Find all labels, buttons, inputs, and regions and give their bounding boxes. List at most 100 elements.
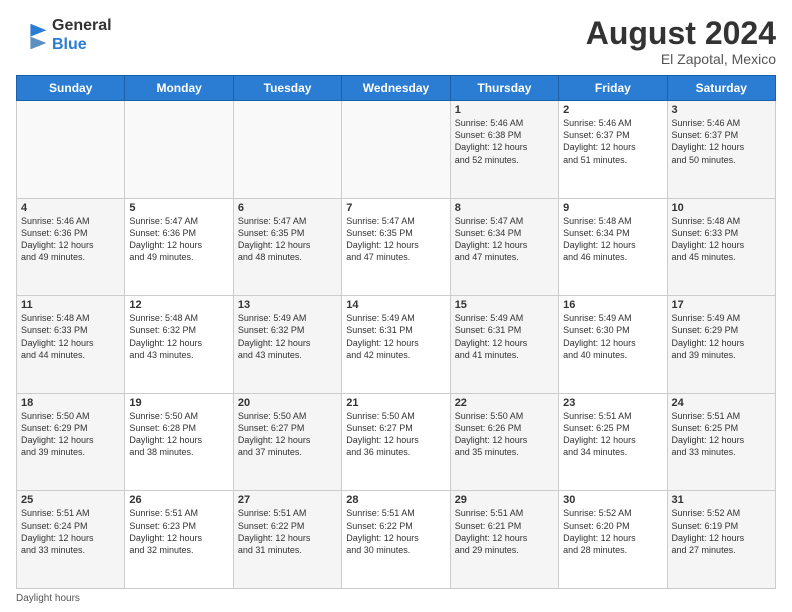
day-info: Sunrise: 5:46 AM Sunset: 6:37 PM Dayligh… <box>672 117 771 166</box>
day-number: 19 <box>129 397 228 409</box>
day-number: 8 <box>455 202 554 214</box>
calendar-day: 7Sunrise: 5:47 AM Sunset: 6:35 PM Daylig… <box>342 198 450 296</box>
calendar-day: 24Sunrise: 5:51 AM Sunset: 6:25 PM Dayli… <box>667 393 775 491</box>
day-number: 7 <box>346 202 445 214</box>
day-info: Sunrise: 5:47 AM Sunset: 6:35 PM Dayligh… <box>346 215 445 264</box>
calendar-day: 12Sunrise: 5:48 AM Sunset: 6:32 PM Dayli… <box>125 296 233 394</box>
day-number: 2 <box>563 104 662 116</box>
calendar-day: 30Sunrise: 5:52 AM Sunset: 6:20 PM Dayli… <box>559 491 667 589</box>
calendar-day: 3Sunrise: 5:46 AM Sunset: 6:37 PM Daylig… <box>667 101 775 199</box>
day-info: Sunrise: 5:51 AM Sunset: 6:21 PM Dayligh… <box>455 507 554 556</box>
calendar-day: 25Sunrise: 5:51 AM Sunset: 6:24 PM Dayli… <box>17 491 125 589</box>
day-info: Sunrise: 5:50 AM Sunset: 6:29 PM Dayligh… <box>21 410 120 459</box>
month-title: August 2024 <box>586 16 776 51</box>
calendar-day: 8Sunrise: 5:47 AM Sunset: 6:34 PM Daylig… <box>450 198 558 296</box>
calendar-day: 11Sunrise: 5:48 AM Sunset: 6:33 PM Dayli… <box>17 296 125 394</box>
day-number: 13 <box>238 299 337 311</box>
calendar-day: 16Sunrise: 5:49 AM Sunset: 6:30 PM Dayli… <box>559 296 667 394</box>
col-header-saturday: Saturday <box>667 76 775 101</box>
calendar-week-3: 18Sunrise: 5:50 AM Sunset: 6:29 PM Dayli… <box>17 393 776 491</box>
calendar-day: 29Sunrise: 5:51 AM Sunset: 6:21 PM Dayli… <box>450 491 558 589</box>
day-number: 16 <box>563 299 662 311</box>
day-info: Sunrise: 5:49 AM Sunset: 6:30 PM Dayligh… <box>563 312 662 361</box>
day-info: Sunrise: 5:52 AM Sunset: 6:20 PM Dayligh… <box>563 507 662 556</box>
calendar-week-0: 1Sunrise: 5:46 AM Sunset: 6:38 PM Daylig… <box>17 101 776 199</box>
day-number: 18 <box>21 397 120 409</box>
day-info: Sunrise: 5:51 AM Sunset: 6:22 PM Dayligh… <box>238 507 337 556</box>
day-number: 15 <box>455 299 554 311</box>
day-number: 20 <box>238 397 337 409</box>
day-info: Sunrise: 5:47 AM Sunset: 6:35 PM Dayligh… <box>238 215 337 264</box>
day-number: 11 <box>21 299 120 311</box>
day-number: 12 <box>129 299 228 311</box>
footer-note: Daylight hours <box>16 593 776 604</box>
day-info: Sunrise: 5:49 AM Sunset: 6:32 PM Dayligh… <box>238 312 337 361</box>
col-header-friday: Friday <box>559 76 667 101</box>
day-info: Sunrise: 5:51 AM Sunset: 6:25 PM Dayligh… <box>672 410 771 459</box>
calendar-day: 5Sunrise: 5:47 AM Sunset: 6:36 PM Daylig… <box>125 198 233 296</box>
calendar-week-4: 25Sunrise: 5:51 AM Sunset: 6:24 PM Dayli… <box>17 491 776 589</box>
calendar-week-1: 4Sunrise: 5:46 AM Sunset: 6:36 PM Daylig… <box>17 198 776 296</box>
calendar-day: 23Sunrise: 5:51 AM Sunset: 6:25 PM Dayli… <box>559 393 667 491</box>
day-info: Sunrise: 5:47 AM Sunset: 6:36 PM Dayligh… <box>129 215 228 264</box>
day-number: 21 <box>346 397 445 409</box>
calendar-day: 21Sunrise: 5:50 AM Sunset: 6:27 PM Dayli… <box>342 393 450 491</box>
day-info: Sunrise: 5:51 AM Sunset: 6:23 PM Dayligh… <box>129 507 228 556</box>
day-info: Sunrise: 5:51 AM Sunset: 6:24 PM Dayligh… <box>21 507 120 556</box>
col-header-thursday: Thursday <box>450 76 558 101</box>
day-number: 22 <box>455 397 554 409</box>
calendar-day: 28Sunrise: 5:51 AM Sunset: 6:22 PM Dayli… <box>342 491 450 589</box>
day-number: 3 <box>672 104 771 116</box>
day-number: 5 <box>129 202 228 214</box>
calendar-day <box>125 101 233 199</box>
day-info: Sunrise: 5:50 AM Sunset: 6:27 PM Dayligh… <box>238 410 337 459</box>
logo-blue: Blue <box>52 35 112 54</box>
day-info: Sunrise: 5:50 AM Sunset: 6:26 PM Dayligh… <box>455 410 554 459</box>
logo-general: General <box>52 16 112 35</box>
calendar-week-2: 11Sunrise: 5:48 AM Sunset: 6:33 PM Dayli… <box>17 296 776 394</box>
day-info: Sunrise: 5:46 AM Sunset: 6:38 PM Dayligh… <box>455 117 554 166</box>
calendar-day: 13Sunrise: 5:49 AM Sunset: 6:32 PM Dayli… <box>233 296 341 394</box>
day-info: Sunrise: 5:48 AM Sunset: 6:32 PM Dayligh… <box>129 312 228 361</box>
day-info: Sunrise: 5:49 AM Sunset: 6:31 PM Dayligh… <box>346 312 445 361</box>
calendar-day: 17Sunrise: 5:49 AM Sunset: 6:29 PM Dayli… <box>667 296 775 394</box>
header: General Blue August 2024 El Zapotal, Mex… <box>16 16 776 67</box>
calendar-day: 1Sunrise: 5:46 AM Sunset: 6:38 PM Daylig… <box>450 101 558 199</box>
calendar-day <box>233 101 341 199</box>
calendar-day: 31Sunrise: 5:52 AM Sunset: 6:19 PM Dayli… <box>667 491 775 589</box>
day-info: Sunrise: 5:50 AM Sunset: 6:28 PM Dayligh… <box>129 410 228 459</box>
calendar-day: 10Sunrise: 5:48 AM Sunset: 6:33 PM Dayli… <box>667 198 775 296</box>
calendar-table: SundayMondayTuesdayWednesdayThursdayFrid… <box>16 75 776 589</box>
day-number: 6 <box>238 202 337 214</box>
calendar-header-row: SundayMondayTuesdayWednesdayThursdayFrid… <box>17 76 776 101</box>
day-number: 26 <box>129 494 228 506</box>
day-info: Sunrise: 5:48 AM Sunset: 6:34 PM Dayligh… <box>563 215 662 264</box>
day-number: 24 <box>672 397 771 409</box>
day-info: Sunrise: 5:52 AM Sunset: 6:19 PM Dayligh… <box>672 507 771 556</box>
day-number: 25 <box>21 494 120 506</box>
day-info: Sunrise: 5:48 AM Sunset: 6:33 PM Dayligh… <box>672 215 771 264</box>
col-header-monday: Monday <box>125 76 233 101</box>
day-number: 27 <box>238 494 337 506</box>
calendar-day: 15Sunrise: 5:49 AM Sunset: 6:31 PM Dayli… <box>450 296 558 394</box>
calendar-day: 2Sunrise: 5:46 AM Sunset: 6:37 PM Daylig… <box>559 101 667 199</box>
day-info: Sunrise: 5:46 AM Sunset: 6:36 PM Dayligh… <box>21 215 120 264</box>
calendar-day <box>17 101 125 199</box>
day-info: Sunrise: 5:50 AM Sunset: 6:27 PM Dayligh… <box>346 410 445 459</box>
day-number: 14 <box>346 299 445 311</box>
day-number: 29 <box>455 494 554 506</box>
day-info: Sunrise: 5:49 AM Sunset: 6:29 PM Dayligh… <box>672 312 771 361</box>
day-number: 28 <box>346 494 445 506</box>
day-info: Sunrise: 5:51 AM Sunset: 6:22 PM Dayligh… <box>346 507 445 556</box>
day-info: Sunrise: 5:48 AM Sunset: 6:33 PM Dayligh… <box>21 312 120 361</box>
calendar-day: 27Sunrise: 5:51 AM Sunset: 6:22 PM Dayli… <box>233 491 341 589</box>
logo-area: General Blue <box>16 16 112 54</box>
calendar-day: 14Sunrise: 5:49 AM Sunset: 6:31 PM Dayli… <box>342 296 450 394</box>
calendar-day: 26Sunrise: 5:51 AM Sunset: 6:23 PM Dayli… <box>125 491 233 589</box>
col-header-wednesday: Wednesday <box>342 76 450 101</box>
day-info: Sunrise: 5:46 AM Sunset: 6:37 PM Dayligh… <box>563 117 662 166</box>
title-area: August 2024 El Zapotal, Mexico <box>586 16 776 67</box>
calendar-day: 19Sunrise: 5:50 AM Sunset: 6:28 PM Dayli… <box>125 393 233 491</box>
calendar-day <box>342 101 450 199</box>
calendar-day: 22Sunrise: 5:50 AM Sunset: 6:26 PM Dayli… <box>450 393 558 491</box>
